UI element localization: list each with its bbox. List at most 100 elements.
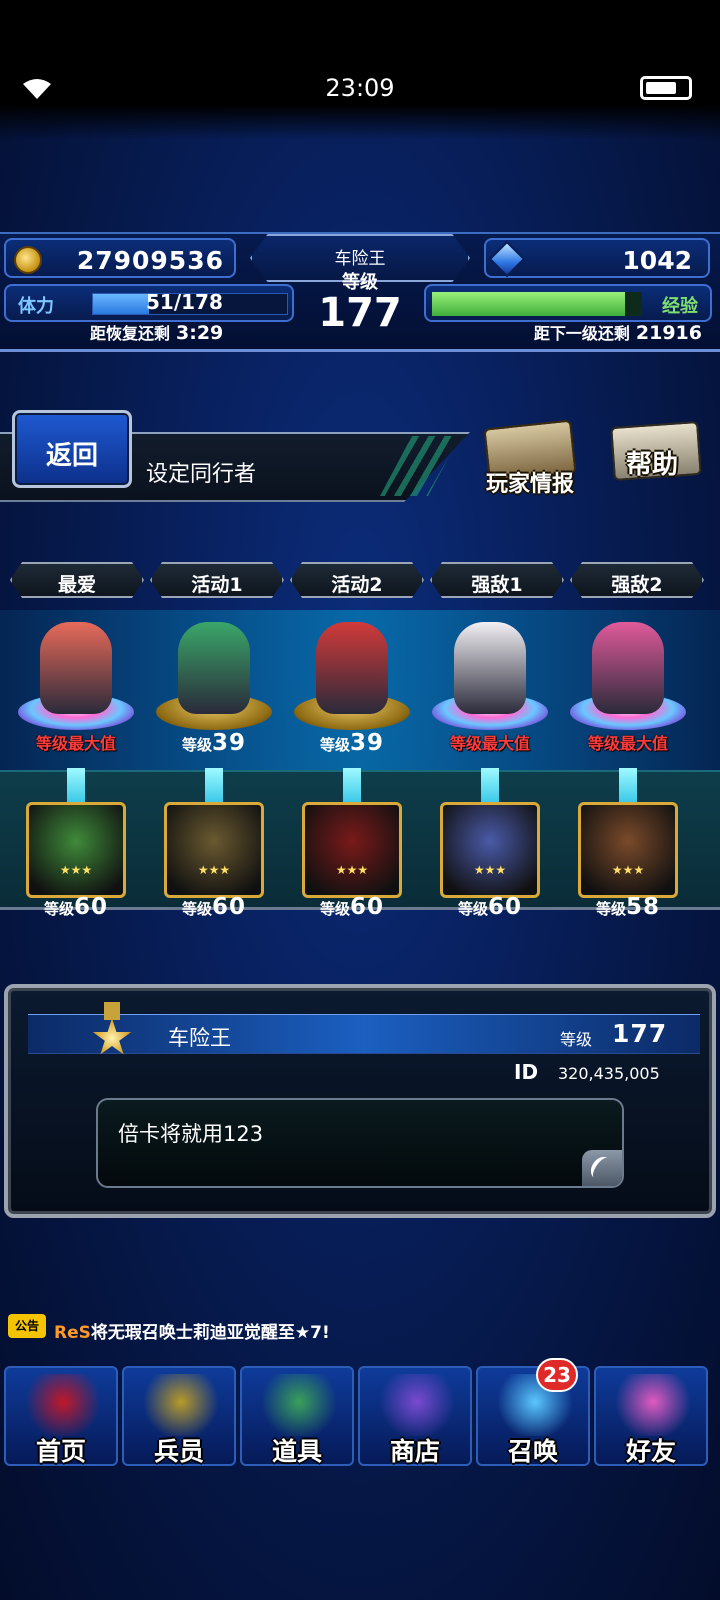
friends-icon [616,1374,690,1436]
esper-slot[interactable]: ★★★ 等级60 [164,802,264,920]
nav-label: 道具 [271,1437,322,1466]
unit-level: 等级最大值 [35,734,116,753]
gil-coin-icon [14,246,42,274]
nav-item-warrior[interactable]: 兵员 [122,1366,236,1466]
companion-unit-slot[interactable]: 等级最大值 [422,612,558,772]
notification-badge: 23 [536,1358,578,1392]
tab-strong-enemy-1[interactable]: 强敌1 [430,562,564,598]
news-ticker[interactable]: 公告 ReS将无瑕召唤士莉迪亚觉醒至★7! [0,1312,720,1346]
profile-message-box: 倍卡将就用123 [96,1098,624,1188]
stamina-value: 51/178 [146,290,223,314]
esper-level-label: 等级 [319,900,350,918]
tab-strong-enemy-2[interactable]: 强敌2 [570,562,704,598]
medal-icon [88,1002,136,1062]
announcement-badge: 公告 [8,1314,46,1338]
companion-unit-slot[interactable]: 等级最大值 [8,612,144,772]
nav-label: 兵员 [153,1437,204,1466]
unit-level: 等级最大值 [449,734,530,753]
player-info-label: 玩家情报 [485,472,574,497]
ticker-player: ReS [54,1323,91,1343]
nav-item-crystal[interactable]: 召唤 23 [476,1358,590,1466]
profile-message: 倍卡将就用123 [118,1122,264,1146]
exp-bar-fill [432,292,626,316]
link-beam [619,768,637,804]
help-button[interactable]: 帮助 [604,420,702,502]
lapis-gem-icon [488,240,526,278]
next-level-row: 距下一级还剩 21916 [534,320,702,344]
esper-rarity-stars: ★★★ [611,863,645,877]
next-level-exp: 21916 [635,322,702,344]
stamina-recover-row: 距恢复还剩 3:29 [90,320,223,344]
profile-id: 320,435,005 [558,1064,660,1083]
tab-label: 强敌1 [471,574,523,596]
stamina-label: 体力 [18,296,54,317]
unit-level: 等级最大值 [587,734,668,753]
unit-level-value: 39 [212,730,247,756]
esper-rarity-stars: ★★★ [59,863,93,877]
status-bar: 23:09 [0,0,720,140]
nav-item-potion[interactable]: 道具 [240,1366,354,1466]
esper-slot[interactable]: ★★★ 等级60 [302,802,402,920]
stamina-bar-fill [93,294,149,314]
nav-item-friends[interactable]: 好友 [594,1366,708,1466]
tab-favorite[interactable]: 最爱 [10,562,144,598]
edit-message-button[interactable] [582,1150,622,1186]
player-profile-panel: 车险王 等级 177 ID 320,435,005 倍卡将就用123 [4,984,716,1218]
companion-unit-slot[interactable]: 等级最大值 [560,612,696,772]
esper-portrait: ★★★ [440,802,540,898]
screen: 23:09 27909536 车险王 等级 177 1042 体力 51/178 [0,0,720,1600]
recover-label: 距恢复还剩 [90,324,171,343]
nav-item-shop[interactable]: 商店 [358,1366,472,1466]
esper-level: 等级60 [164,894,264,920]
tab-event-2[interactable]: 活动2 [290,562,424,598]
esper-level-value: 58 [626,894,661,920]
nav-item-sword[interactable]: 首页 [4,1366,118,1466]
profile-id-label: ID [514,1060,539,1084]
unit-level-value: 39 [350,730,385,756]
nav-label: 首页 [35,1437,86,1466]
lapis-display[interactable]: 1042 [484,238,710,278]
unit-sprite [592,622,664,714]
unit-sprite [316,622,388,714]
esper-level-value: 60 [212,894,247,920]
exp-bar [432,292,642,316]
nav-label: 商店 [389,1437,440,1466]
esper-portrait: ★★★ [164,802,264,898]
back-button-label: 返回 [45,441,98,471]
back-button[interactable]: 返回 [12,410,132,488]
gil-value: 27909536 [76,246,224,275]
next-level-label: 距下一级还剩 [533,324,630,343]
recover-time: 3:29 [176,322,224,344]
companion-unit-slot[interactable]: 等级39 [284,612,420,772]
nav-label: 召唤 [507,1437,558,1466]
esper-slot[interactable]: ★★★ 等级60 [440,802,540,920]
esper-rarity-stars: ★★★ [473,863,507,877]
player-info-button[interactable]: 玩家情报 [478,419,582,502]
shop-icon [380,1374,454,1436]
unit-level: 等级39 [146,730,282,756]
page-title: 设定同行者 [146,462,257,487]
stamina-display: 体力 51/178 [4,284,294,322]
esper-level: 等级60 [440,894,540,920]
sword-icon [26,1374,100,1436]
companion-unit-slot[interactable]: 等级39 [146,612,282,772]
warrior-icon [144,1374,218,1436]
tab-event-1[interactable]: 活动1 [150,562,284,598]
top-hud: 27909536 车险王 等级 177 1042 体力 51/178 经验 距恢… [0,232,720,352]
rank-value: 177 [318,290,402,336]
esper-level-label: 等级 [595,900,626,918]
esper-slot[interactable]: ★★★ 等级60 [26,802,126,920]
quill-icon [586,1153,616,1183]
esper-rarity-stars: ★★★ [335,863,369,877]
gil-display: 27909536 [4,238,236,278]
esper-level: 等级60 [26,894,126,920]
tab-label: 强敌2 [611,574,663,596]
esper-level-value: 60 [74,894,109,920]
tab-label: 活动2 [331,574,383,596]
unit-level-label: 等级 [181,736,212,754]
esper-level: 等级58 [578,894,678,920]
esper-slot[interactable]: ★★★ 等级58 [578,802,678,920]
battery-icon [640,76,692,100]
esper-rarity-stars: ★★★ [197,863,231,877]
nav-label: 好友 [625,1437,676,1466]
